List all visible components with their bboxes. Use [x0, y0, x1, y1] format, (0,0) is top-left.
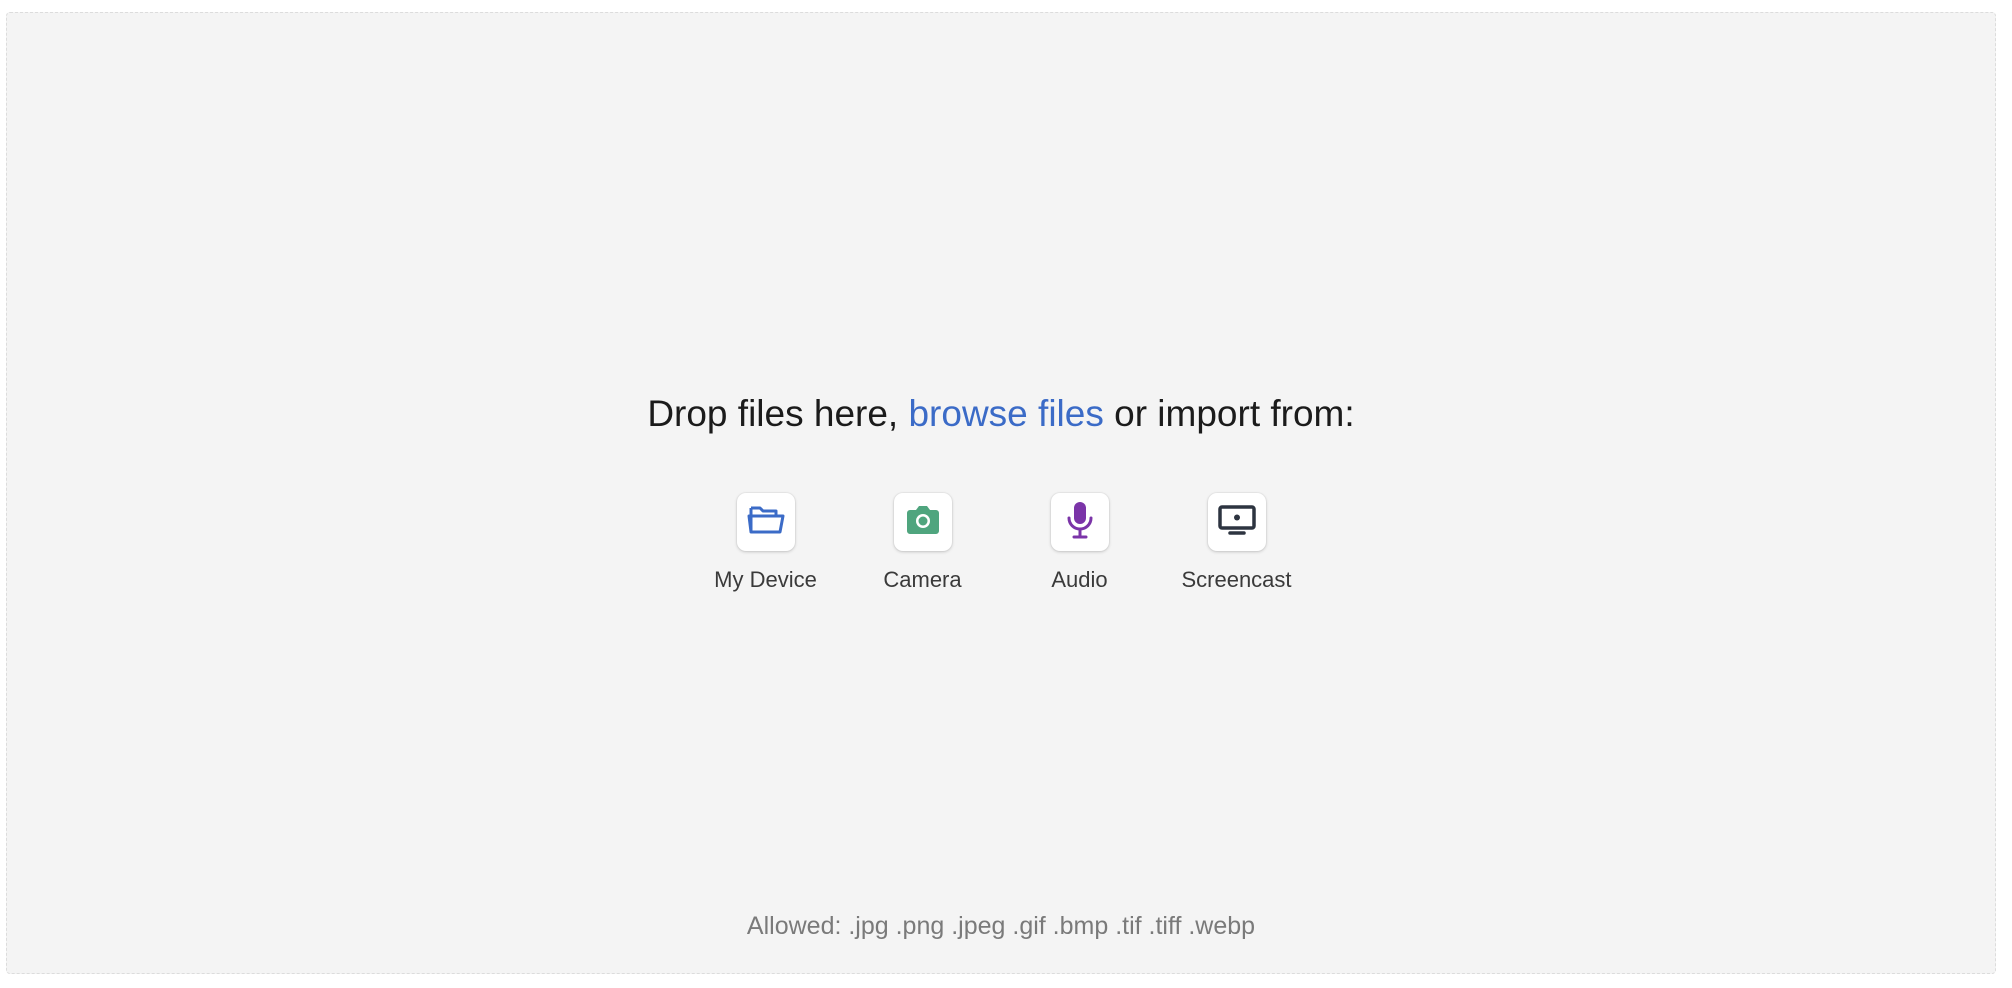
- source-label: Screencast: [1181, 567, 1292, 592]
- allowed-file-types: Allowed: .jpg .png .jpeg .gif .bmp .tif …: [746, 912, 1256, 940]
- my-device-tile[interactable]: [736, 493, 795, 551]
- source-camera-button[interactable]: Camera: [844, 493, 1001, 594]
- browse-files-link[interactable]: browse files: [908, 393, 1103, 434]
- folder-icon: [746, 503, 786, 542]
- import-sources: My Device Camera Audio Screencast: [7, 493, 1995, 594]
- source-screencast-button[interactable]: Screencast: [1158, 493, 1315, 594]
- screencast-tile[interactable]: [1207, 493, 1266, 551]
- headline-suffix: or import from:: [1103, 393, 1355, 434]
- source-label: Camera: [883, 567, 962, 592]
- headline-prefix: Drop files here,: [647, 393, 909, 434]
- file-dropzone[interactable]: Drop files here, browse files or import …: [6, 12, 1996, 974]
- monitor-icon: [1217, 504, 1257, 541]
- camera-icon: [904, 504, 942, 541]
- dropzone-headline: Drop files here, browse files or import …: [7, 390, 1995, 438]
- source-audio-button[interactable]: Audio: [1001, 493, 1158, 594]
- source-my-device-button[interactable]: My Device: [687, 493, 844, 594]
- camera-tile[interactable]: [893, 493, 952, 551]
- microphone-icon: [1067, 501, 1093, 544]
- source-label: My Device: [714, 567, 817, 592]
- source-label: Audio: [1051, 567, 1108, 592]
- audio-tile[interactable]: [1050, 493, 1109, 551]
